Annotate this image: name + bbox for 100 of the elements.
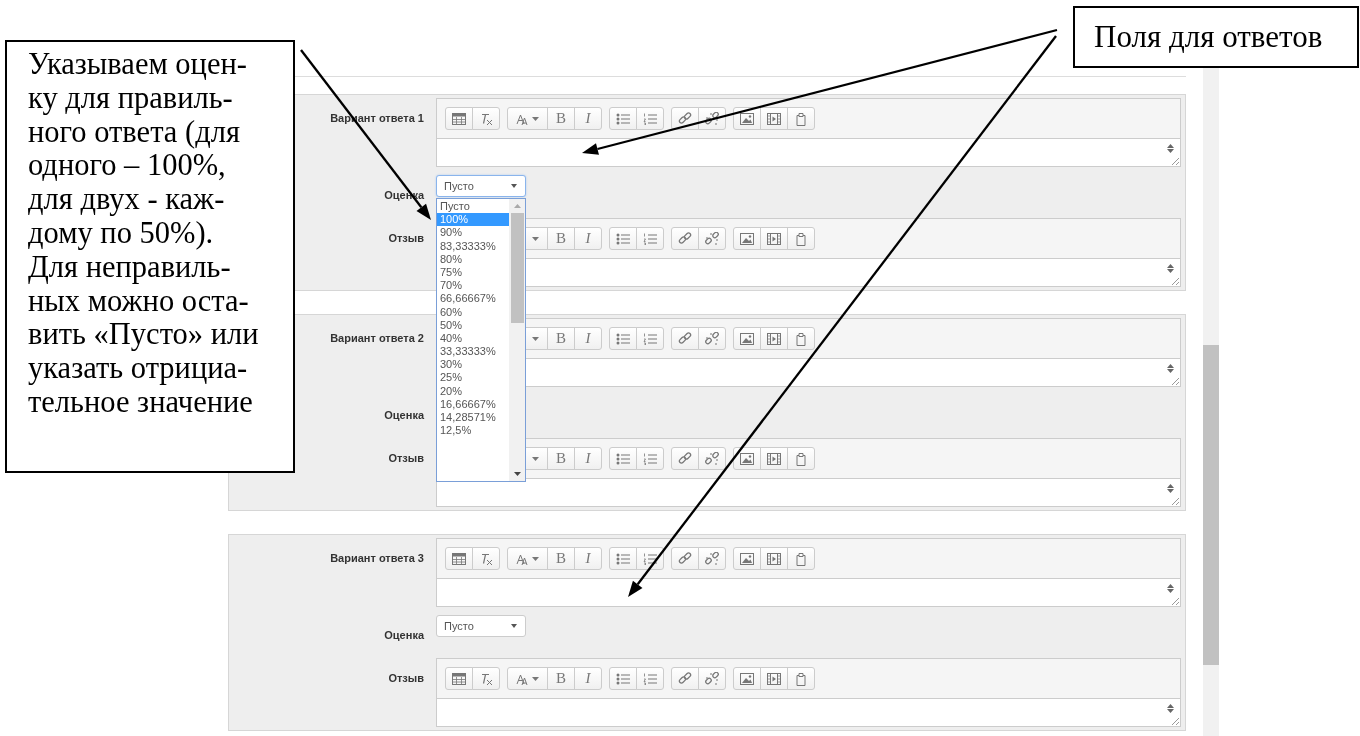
dropdown-option[interactable]: 75% xyxy=(437,265,509,280)
media-button[interactable] xyxy=(760,227,788,250)
bullet-list-button[interactable] xyxy=(609,667,637,690)
page-scrollbar[interactable] xyxy=(1203,68,1219,736)
scrollbar-thumb[interactable] xyxy=(1203,345,1219,665)
dropdown-option[interactable]: 83,33333% xyxy=(437,239,509,253)
field-label: Вариант ответа 2 xyxy=(330,332,424,344)
field-label: Вариант ответа 3 xyxy=(330,552,424,564)
italic-button[interactable]: I xyxy=(574,547,602,570)
media-button[interactable] xyxy=(760,547,788,570)
dropdown-option[interactable]: 80% xyxy=(437,252,509,266)
font-size-icon xyxy=(516,552,528,565)
image-icon xyxy=(740,552,754,565)
dropdown-option[interactable]: 20% xyxy=(437,384,509,398)
bullet-list-button[interactable] xyxy=(609,107,637,130)
italic-button[interactable]: I xyxy=(574,227,602,250)
text-input-area[interactable] xyxy=(437,478,1180,506)
font-size-button[interactable] xyxy=(507,547,548,570)
media-button[interactable] xyxy=(760,107,788,130)
paste-button[interactable] xyxy=(787,547,815,570)
unlink-icon xyxy=(705,231,719,246)
numbered-list-button[interactable] xyxy=(636,547,664,570)
spinner-icon xyxy=(1167,704,1174,713)
dropdown-option[interactable]: 60% xyxy=(437,305,509,319)
field-label: Отзыв xyxy=(388,232,424,244)
dropdown-option[interactable]: Пусто xyxy=(437,200,509,214)
grade-select[interactable]: Пусто xyxy=(436,615,526,637)
clipboard-icon xyxy=(795,111,807,126)
media-button[interactable] xyxy=(760,667,788,690)
clear-format-button[interactable] xyxy=(472,667,500,690)
bullet-list-button[interactable] xyxy=(609,447,637,470)
dropdown-option[interactable]: 50% xyxy=(437,318,509,332)
italic-button[interactable]: I xyxy=(574,667,602,690)
text-input-area[interactable] xyxy=(437,138,1180,166)
clipboard-icon xyxy=(795,671,807,686)
media-button[interactable] xyxy=(760,447,788,470)
dropdown-option[interactable]: 25% xyxy=(437,371,509,385)
image-button[interactable] xyxy=(733,447,761,470)
paste-button[interactable] xyxy=(787,327,815,350)
link-icon xyxy=(678,231,692,246)
image-button[interactable] xyxy=(733,107,761,130)
bold-button[interactable]: B xyxy=(547,667,575,690)
grade-select[interactable]: Пусто xyxy=(436,175,526,197)
bold-button[interactable]: B xyxy=(547,327,575,350)
paste-button[interactable] xyxy=(787,667,815,690)
field-label: Отзыв xyxy=(388,452,424,464)
paste-button[interactable] xyxy=(787,107,815,130)
bullet-list-button[interactable] xyxy=(609,227,637,250)
font-size-button[interactable] xyxy=(507,107,548,130)
italic-button[interactable]: I xyxy=(574,447,602,470)
list-scrollbar[interactable] xyxy=(509,199,525,481)
callout-text: Указываем оцен- ку для правиль- ного ответа (для одного – 100%, для двух - каж- дому по 50%). Для неправиль- ных можно оста- вить «Пусто» или указать отрициа- тельное значение xyxy=(28,48,260,420)
scrollbar-thumb[interactable] xyxy=(510,213,524,323)
bullet-list-icon xyxy=(616,452,630,465)
clear-format-button[interactable] xyxy=(472,107,500,130)
bold-button[interactable]: B xyxy=(547,547,575,570)
clear-format-button[interactable] xyxy=(472,547,500,570)
dropdown-option[interactable]: 66,66667% xyxy=(437,292,509,306)
dropdown-option[interactable]: 70% xyxy=(437,279,509,293)
table-button[interactable] xyxy=(445,547,473,570)
bullet-list-button[interactable] xyxy=(609,327,637,350)
bullet-list-icon xyxy=(616,552,630,565)
dropdown-option[interactable]: 16,66667% xyxy=(437,397,509,411)
bold-button[interactable]: B xyxy=(547,447,575,470)
resize-grip-icon xyxy=(1171,717,1179,725)
spinner-icon xyxy=(1167,264,1174,273)
media-button[interactable] xyxy=(760,327,788,350)
font-size-button[interactable] xyxy=(507,667,548,690)
caret-icon xyxy=(532,116,539,121)
dropdown-option[interactable]: 30% xyxy=(437,358,509,372)
link-button[interactable] xyxy=(671,107,699,130)
dropdown-option[interactable]: 14,28571% xyxy=(437,411,509,425)
text-input-area[interactable] xyxy=(437,698,1180,726)
table-button[interactable] xyxy=(445,667,473,690)
text-input-area[interactable] xyxy=(437,578,1180,606)
paste-button[interactable] xyxy=(787,447,815,470)
resize-grip-icon xyxy=(1171,377,1179,385)
callout-text: Поля для ответов xyxy=(1094,19,1323,55)
image-icon xyxy=(740,452,754,465)
table-button[interactable] xyxy=(445,107,473,130)
italic-button[interactable]: I xyxy=(574,107,602,130)
film-strip-icon xyxy=(767,112,781,125)
bold-button[interactable]: B xyxy=(547,107,575,130)
dropdown-option[interactable]: 12,5% xyxy=(437,424,509,438)
unlink-icon xyxy=(705,111,719,126)
paste-button[interactable] xyxy=(787,227,815,250)
italic-button[interactable]: I xyxy=(574,327,602,350)
dropdown-option[interactable]: 33,33333% xyxy=(437,345,509,359)
font-size-icon xyxy=(516,672,528,685)
film-strip-icon xyxy=(767,672,781,685)
bold-button[interactable]: B xyxy=(547,227,575,250)
numbered-list-icon xyxy=(643,672,657,685)
dropdown-option[interactable]: 40% xyxy=(437,331,509,346)
numbered-list-icon xyxy=(643,452,657,465)
clipboard-icon xyxy=(795,331,807,346)
dropdown-option[interactable]: 90% xyxy=(437,226,509,240)
caret-icon xyxy=(532,236,539,241)
resize-grip-icon xyxy=(1171,157,1179,165)
unlink-button[interactable] xyxy=(698,107,726,130)
table-icon xyxy=(452,672,466,685)
